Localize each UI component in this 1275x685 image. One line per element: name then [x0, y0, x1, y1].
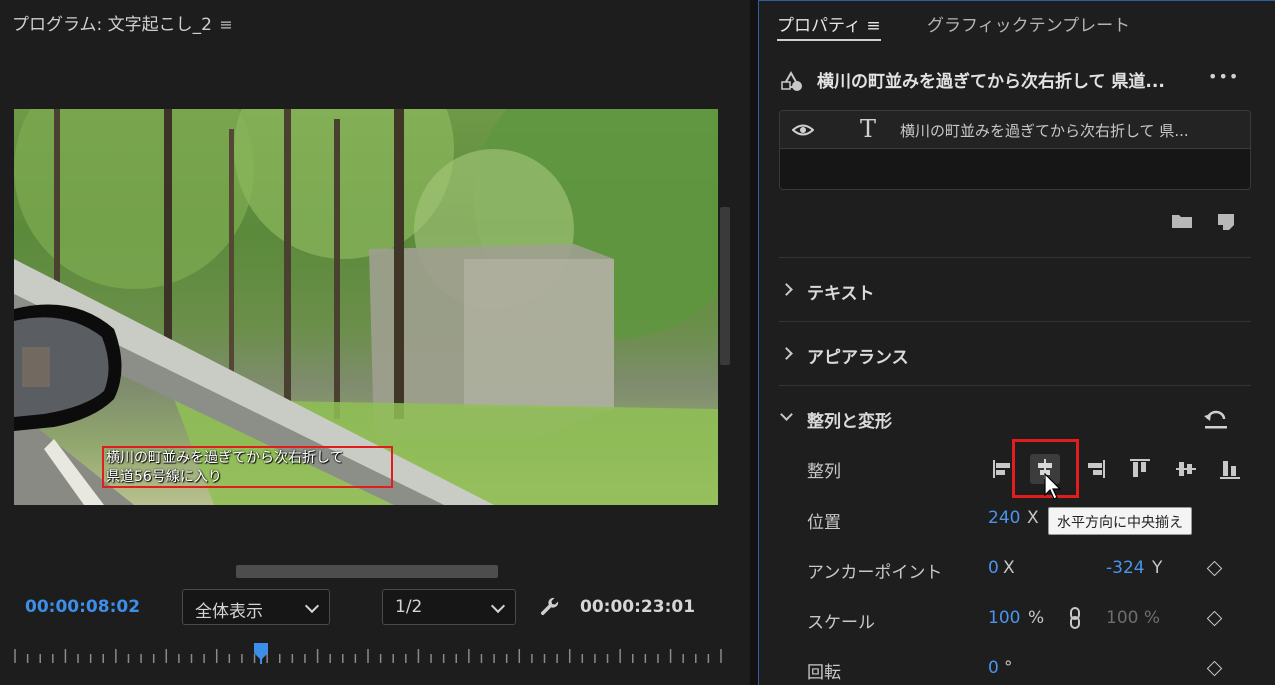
keyframe-diamond-icon[interactable]	[1206, 660, 1223, 677]
program-monitor-title[interactable]: プログラム: 文字起こし_2 ≡	[12, 10, 233, 35]
rotation-label: 回転	[807, 663, 841, 683]
chevron-down-icon	[780, 408, 793, 421]
align-label: 整列	[807, 462, 841, 482]
keyframe-diamond-icon[interactable]	[1206, 560, 1223, 577]
position-x-value[interactable]: 240	[988, 508, 1020, 528]
section-text[interactable]: テキスト	[779, 277, 1251, 307]
timeline-ruler[interactable]	[14, 645, 724, 665]
chevron-down-icon	[304, 598, 320, 614]
anchor-y-value[interactable]: -324	[1106, 558, 1145, 578]
duration-timecode: 00:00:23:01	[580, 597, 696, 617]
align-bottom-icon[interactable]	[1215, 454, 1245, 484]
eye-icon[interactable]	[792, 123, 814, 137]
anchor-x-unit: X	[1003, 558, 1015, 578]
selected-layer-title: 横川の町並みを過ぎてから次右折して 県道...	[817, 72, 1165, 92]
program-monitor-panel: プログラム: 文字起こし_2 ≡ 横川の町並みを過ぎてから次右折して 県道56号…	[0, 0, 750, 685]
chevron-right-icon	[780, 347, 793, 360]
panel-divider[interactable]	[750, 0, 758, 685]
program-title-text: プログラム: 文字起こし_2	[12, 15, 212, 35]
tab-properties[interactable]: プロパティ ≡	[777, 11, 881, 41]
more-options-icon[interactable]: •••	[1208, 67, 1239, 86]
rotation-value[interactable]: 0	[988, 658, 999, 678]
keyframe-diamond-icon[interactable]	[1206, 610, 1223, 627]
video-preview[interactable]: 横川の町並みを過ぎてから次右折して 県道56号線に入り	[14, 109, 718, 505]
position-label: 位置	[807, 513, 841, 533]
anchor-x-value[interactable]: 0	[988, 558, 999, 578]
scale-height-value: 100 %	[1106, 608, 1161, 628]
text-layer-icon: T	[860, 115, 877, 143]
align-top-icon[interactable]	[1125, 454, 1155, 484]
panel-menu-icon[interactable]: ≡	[219, 15, 232, 34]
rotation-unit: °	[1004, 658, 1013, 678]
caption-text-box[interactable]: 横川の町並みを過ぎてから次右折して 県道56号線に入り	[102, 446, 393, 488]
layer-name: 横川の町並みを過ぎてから次右折して 県...	[900, 122, 1189, 140]
align-right-icon[interactable]	[1081, 454, 1111, 484]
preview-horizontal-scrollbar[interactable]	[236, 565, 498, 578]
caption-line-2: 県道56号線に入り	[106, 469, 222, 485]
section-appearance[interactable]: アピアランス	[779, 341, 1251, 371]
position-x-unit: X	[1027, 508, 1039, 528]
chevron-right-icon	[780, 283, 793, 296]
selected-layer-header: 横川の町並みを過ぎてから次右折して 県道... •••	[779, 67, 1259, 92]
new-layer-icon[interactable]	[1217, 213, 1235, 231]
section-align-transform[interactable]: 整列と変形	[779, 405, 1251, 435]
caption-line-1: 横川の町並みを過ぎてから次右折して	[106, 450, 344, 466]
playhead-icon[interactable]	[253, 642, 269, 664]
preview-vertical-scrollbar[interactable]	[720, 207, 730, 365]
divider	[779, 321, 1251, 322]
divider	[779, 257, 1251, 258]
align-vertical-center-icon[interactable]	[1171, 454, 1201, 484]
divider	[779, 385, 1251, 386]
reset-icon[interactable]	[1203, 409, 1229, 431]
scale-unit: %	[1028, 608, 1045, 628]
section-align-transform-label: 整列と変形	[807, 412, 892, 432]
zoom-fit-value: 全体表示	[195, 602, 263, 622]
layer-list: T 横川の町並みを過ぎてから次右折して 県...	[779, 110, 1251, 190]
tooltip: 水平方向に中央揃え	[1048, 507, 1192, 535]
anchor-y-unit: Y	[1152, 558, 1163, 578]
layer-list-item[interactable]: T 横川の町並みを過ぎてから次右折して 県...	[780, 111, 1250, 149]
playback-resolution-dropdown[interactable]: 1/2	[382, 589, 516, 625]
section-appearance-label: アピアランス	[807, 348, 909, 368]
tab-graphic-templates[interactable]: グラフィックテンプレート	[927, 11, 1130, 36]
current-timecode[interactable]: 00:00:08:02	[25, 597, 140, 617]
scale-value[interactable]: 100	[988, 608, 1020, 628]
scale-label: スケール	[807, 613, 875, 633]
wrench-icon[interactable]	[538, 596, 562, 620]
playback-resolution-value: 1/2	[395, 597, 423, 617]
mouse-cursor-icon	[1044, 473, 1062, 500]
new-group-folder-icon[interactable]	[1171, 213, 1193, 229]
section-text-label: テキスト	[807, 284, 875, 304]
chevron-down-icon	[490, 598, 506, 614]
properties-panel: プロパティ ≡ グラフィックテンプレート 横川の町並みを過ぎてから次右折して 県…	[758, 0, 1275, 685]
anchor-point-label: アンカーポイント	[807, 563, 943, 583]
zoom-fit-dropdown[interactable]: 全体表示	[182, 589, 330, 625]
link-icon[interactable]	[1069, 607, 1081, 629]
graphic-layer-icon	[781, 70, 802, 91]
